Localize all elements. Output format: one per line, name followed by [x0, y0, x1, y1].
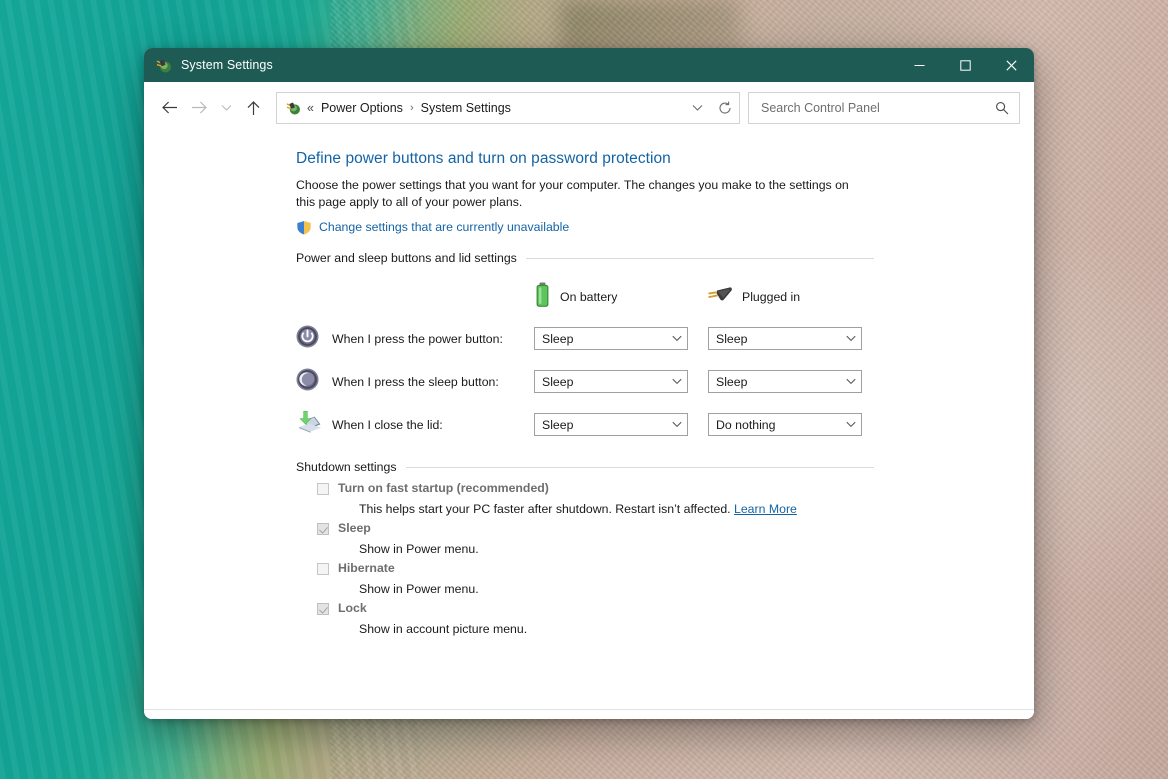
breadcrumb-power-options[interactable]: Power Options — [321, 101, 403, 115]
search-box[interactable] — [748, 92, 1020, 124]
checkbox-label-hibernate: Hibernate — [338, 561, 395, 575]
settings-pane: Define power buttons and turn on passwor… — [144, 133, 1034, 709]
checkbox-row-sleep[interactable]: Sleep — [296, 521, 874, 539]
select-value: Sleep — [542, 332, 672, 346]
select-power-button-plugged-in[interactable]: Sleep — [708, 327, 862, 350]
window-title: System Settings — [181, 58, 273, 72]
chevron-down-icon — [846, 335, 856, 342]
page-title: Define power buttons and turn on passwor… — [296, 150, 1034, 168]
back-arrow-icon[interactable] — [154, 93, 184, 123]
power-group-label: Power and sleep buttons and lid settings — [296, 251, 517, 265]
shutdown-settings-list: Turn on fast startup (recommended) This … — [296, 481, 874, 641]
select-close-lid-on-battery[interactable]: Sleep — [534, 413, 688, 436]
select-power-button-on-battery[interactable]: Sleep — [534, 327, 688, 350]
system-settings-window: System Settings — [144, 48, 1034, 719]
select-sleep-button-plugged-in[interactable]: Sleep — [708, 370, 862, 393]
battery-icon — [534, 282, 551, 313]
laptop-lid-icon — [296, 403, 332, 446]
table-row: When I press the sleep button: Sleep — [296, 360, 874, 403]
checkbox-fast-startup[interactable] — [317, 483, 329, 495]
window-content: Define power buttons and turn on passwor… — [144, 133, 1034, 719]
select-value: Do nothing — [716, 418, 846, 432]
sleep-button-icon — [296, 360, 332, 403]
checkbox-label-fast-startup: Turn on fast startup (recommended) — [338, 481, 549, 495]
checkbox-row-lock[interactable]: Lock — [296, 601, 874, 619]
forward-arrow-icon[interactable] — [184, 93, 214, 123]
power-settings-table: On battery — [296, 277, 874, 446]
search-input[interactable] — [759, 100, 989, 116]
chevron-down-icon — [672, 335, 682, 342]
breadcrumb-separator-icon[interactable]: › — [410, 102, 414, 114]
page-description: Choose the power settings that you want … — [296, 177, 862, 210]
chevron-down-icon — [672, 378, 682, 385]
address-chevron-down-icon[interactable] — [683, 93, 711, 123]
navigation-toolbar: « Power Options › System Settings — [144, 82, 1034, 133]
row-label-close-lid: When I close the lid: — [332, 418, 443, 432]
column-header-on-battery: On battery — [534, 277, 700, 317]
breadcrumb-overflow[interactable]: « — [307, 101, 314, 115]
checkbox-sub-sleep: Show in Power menu. — [359, 542, 874, 561]
window-controls — [896, 48, 1034, 82]
group-divider — [406, 467, 875, 468]
shutdown-group-label: Shutdown settings — [296, 460, 397, 474]
chevron-down-icon — [672, 421, 682, 428]
column-header-plugged-in-label: Plugged in — [742, 290, 800, 304]
minimize-button[interactable] — [896, 48, 942, 82]
table-header-row: On battery — [296, 277, 874, 317]
table-row: When I close the lid: Sleep Do — [296, 403, 874, 446]
checkbox-label-sleep: Sleep — [338, 521, 371, 535]
checkbox-hibernate[interactable] — [317, 563, 329, 575]
table-row: When I press the power button: Sleep — [296, 317, 874, 360]
row-label-power-button: When I press the power button: — [332, 332, 503, 346]
chevron-down-icon — [846, 378, 856, 385]
checkbox-sub-lock: Show in account picture menu. — [359, 622, 874, 641]
power-button-icon — [296, 317, 332, 360]
select-value: Sleep — [542, 418, 672, 432]
close-button[interactable] — [988, 48, 1034, 82]
column-header-on-battery-label: On battery — [560, 290, 617, 304]
row-label-sleep-button: When I press the sleep button: — [332, 375, 499, 389]
checkbox-sub-text: This helps start your PC faster after sh… — [359, 502, 734, 516]
refresh-icon[interactable] — [711, 93, 739, 123]
checkbox-row-hibernate[interactable]: Hibernate — [296, 561, 874, 579]
power-group-header: Power and sleep buttons and lid settings — [296, 251, 874, 265]
power-plug-icon — [708, 285, 733, 310]
admin-link-row: Change settings that are currently unava… — [296, 220, 1034, 234]
power-plug-icon — [155, 57, 172, 74]
dialog-footer: Save changes Cancel — [144, 709, 1034, 719]
group-divider — [526, 258, 874, 259]
checkbox-label-lock: Lock — [338, 601, 367, 615]
select-value: Sleep — [542, 375, 672, 389]
checkbox-sub-fast-startup: This helps start your PC faster after sh… — [359, 502, 874, 521]
change-settings-link[interactable]: Change settings that are currently unava… — [319, 220, 569, 234]
chevron-down-icon — [846, 421, 856, 428]
shield-icon — [296, 220, 312, 234]
power-plug-icon — [285, 100, 301, 116]
maximize-button[interactable] — [942, 48, 988, 82]
column-header-plugged-in: Plugged in — [708, 277, 874, 317]
search-icon[interactable] — [989, 95, 1015, 121]
shutdown-group-header: Shutdown settings — [296, 460, 874, 474]
checkbox-lock[interactable] — [317, 603, 329, 615]
select-sleep-button-on-battery[interactable]: Sleep — [534, 370, 688, 393]
select-close-lid-plugged-in[interactable]: Do nothing — [708, 413, 862, 436]
breadcrumb-system-settings[interactable]: System Settings — [421, 101, 511, 115]
select-value: Sleep — [716, 375, 846, 389]
address-bar[interactable]: « Power Options › System Settings — [276, 92, 740, 124]
learn-more-link[interactable]: Learn More — [734, 502, 797, 516]
checkbox-row-fast-startup[interactable]: Turn on fast startup (recommended) — [296, 481, 874, 499]
recent-locations-chevron-down-icon[interactable] — [214, 93, 238, 123]
checkbox-sleep[interactable] — [317, 523, 329, 535]
select-value: Sleep — [716, 332, 846, 346]
checkbox-sub-hibernate: Show in Power menu. — [359, 582, 874, 601]
up-arrow-icon[interactable] — [238, 93, 268, 123]
window-titlebar[interactable]: System Settings — [144, 48, 1034, 82]
